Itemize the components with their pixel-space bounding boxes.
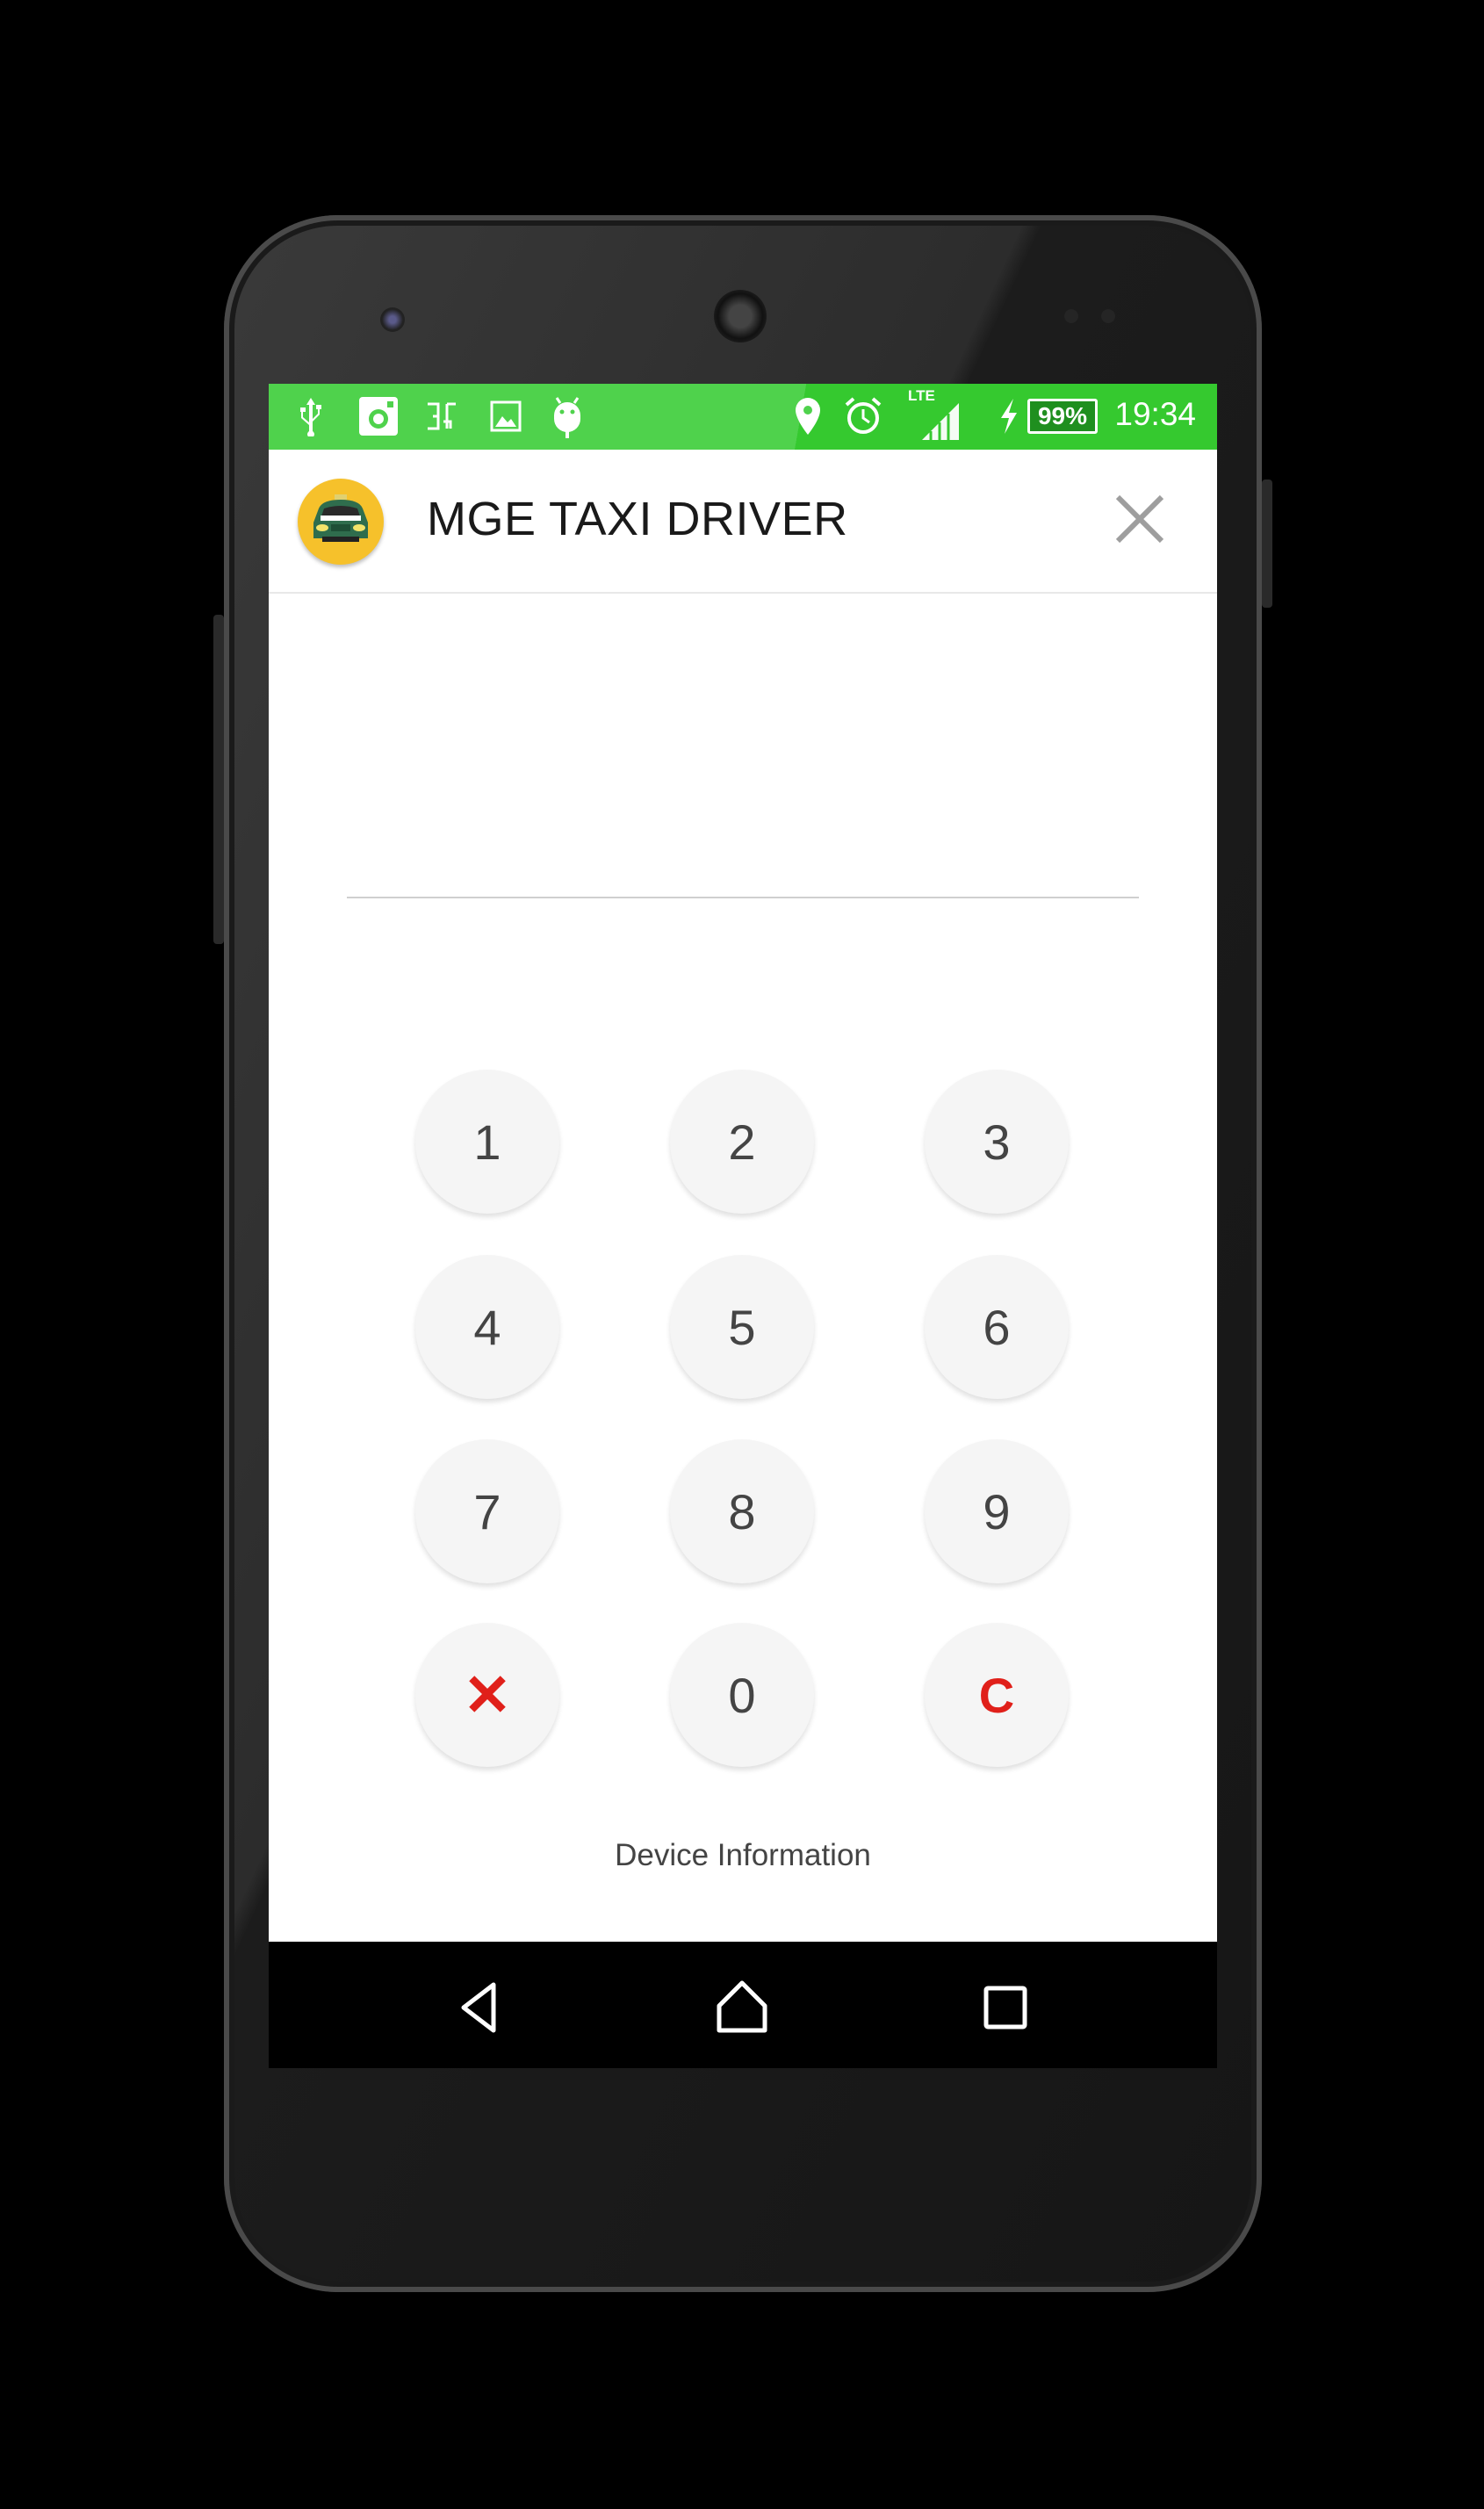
charging-icon <box>996 394 1022 438</box>
sensor <box>1064 309 1078 323</box>
back-icon <box>461 1982 496 2033</box>
key-2[interactable]: 2 <box>670 1070 814 1214</box>
app-title: MGE TAXI DRIVER <box>427 493 848 545</box>
lte-signal-icon: LTE <box>904 387 966 442</box>
clock: 19:34 <box>1114 396 1196 432</box>
usb-icon <box>295 394 327 438</box>
close-button[interactable] <box>1114 494 1165 544</box>
back-button[interactable] <box>449 1977 510 2038</box>
key-3[interactable]: 3 <box>925 1070 1069 1214</box>
clear-key[interactable]: C <box>925 1623 1069 1767</box>
key-6[interactable]: 6 <box>925 1255 1069 1399</box>
instagram-icon <box>357 394 400 438</box>
taxi-icon <box>298 479 384 565</box>
cancel-key[interactable]: ✕ <box>415 1623 559 1767</box>
app-header: MGE TAXI DRIVER <box>269 450 1217 594</box>
key-5[interactable]: 5 <box>670 1255 814 1399</box>
text-cursor-icon <box>422 394 461 438</box>
key-7[interactable]: 7 <box>415 1439 559 1583</box>
recents-button[interactable] <box>975 1977 1036 2038</box>
pin-input[interactable] <box>347 897 1139 898</box>
alarm-icon <box>841 394 885 438</box>
close-icon <box>1115 494 1164 544</box>
home-icon <box>717 1980 767 2033</box>
front-camera <box>380 307 405 332</box>
power-button <box>1262 479 1272 608</box>
key-9[interactable]: 9 <box>925 1439 1069 1583</box>
volume-button <box>213 615 224 944</box>
device-information-link[interactable]: Device Information <box>269 1838 1217 1873</box>
screen: LTE 99% 19:34 MGE TAXI DRIVER 1 2 3 4 5 … <box>269 384 1217 2068</box>
battery-level: 99% <box>1027 399 1098 434</box>
android-icon <box>550 394 585 438</box>
location-pin-icon <box>790 394 825 438</box>
status-bar: LTE 99% 19:34 <box>269 384 1217 450</box>
recents-icon <box>983 1986 1027 2030</box>
sensor <box>1101 309 1115 323</box>
key-4[interactable]: 4 <box>415 1255 559 1399</box>
image-icon <box>486 394 525 438</box>
home-button[interactable] <box>711 1977 773 2038</box>
key-8[interactable]: 8 <box>670 1439 814 1583</box>
earpiece-speaker <box>714 290 767 342</box>
key-0[interactable]: 0 <box>670 1623 814 1767</box>
key-1[interactable]: 1 <box>415 1070 559 1214</box>
network-type-label: LTE <box>908 387 935 404</box>
navigation-bar <box>269 1942 1217 2068</box>
